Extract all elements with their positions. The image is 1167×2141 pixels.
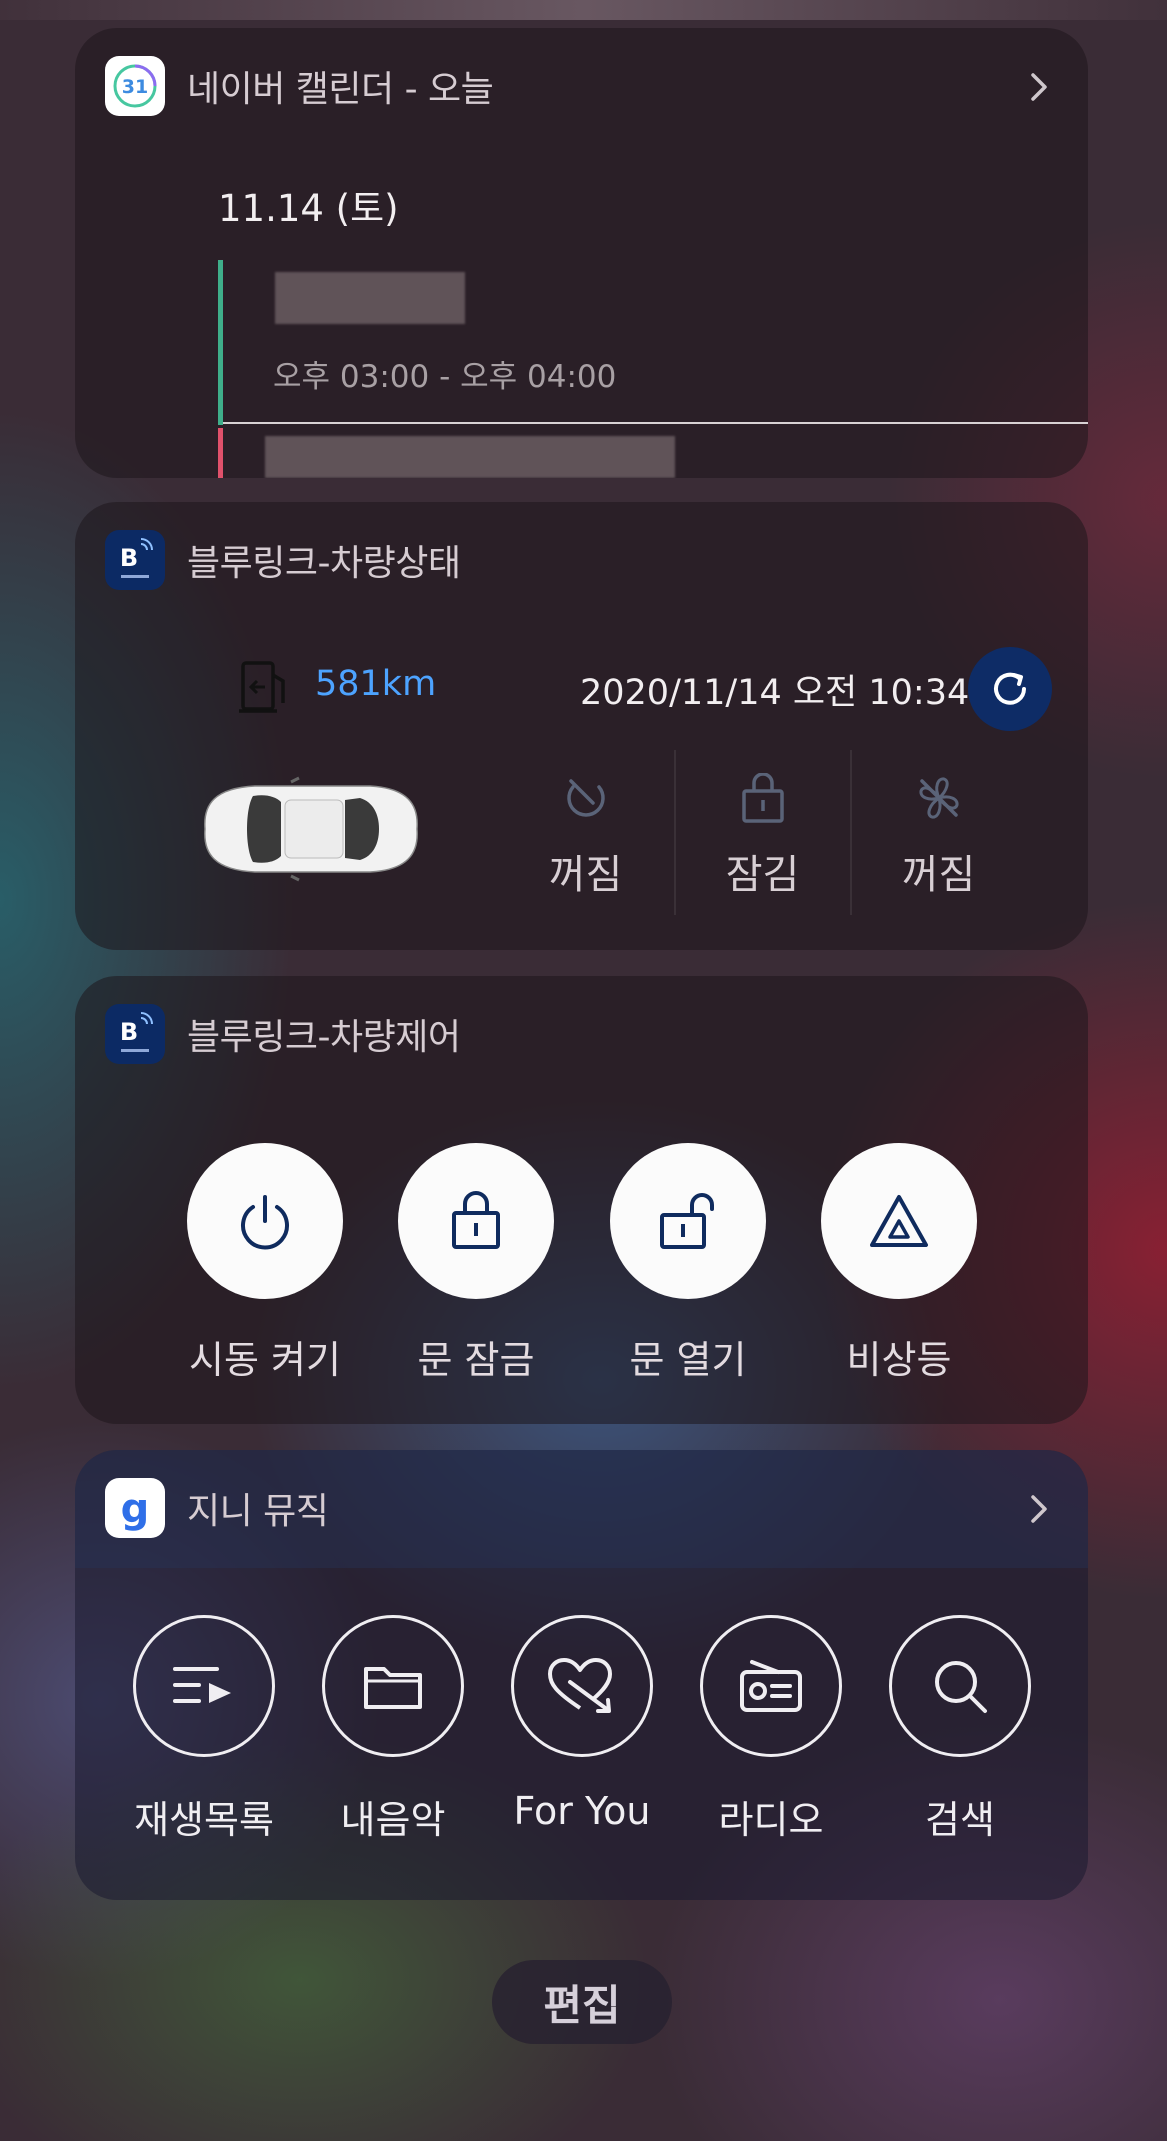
door-lock-control[interactable]: 문 잠금	[396, 1143, 556, 1384]
folder-icon	[364, 1667, 422, 1709]
calendar-icon-text: 31	[122, 76, 148, 98]
current-time-line	[223, 422, 1088, 424]
refresh-button[interactable]	[968, 647, 1052, 731]
vehicle-control-title: 블루링크-차량제어	[187, 1017, 461, 1058]
event-time: 오후 03:00 - 오후 04:00	[273, 359, 617, 395]
lock-icon	[452, 1191, 500, 1249]
hazard-button[interactable]	[821, 1143, 977, 1299]
heart-arrow-icon	[548, 1658, 612, 1713]
lock-icon	[742, 773, 784, 823]
door-lock-status-label: 잠김	[725, 852, 800, 898]
event-color-bar-2	[218, 428, 223, 478]
genie-music-widget[interactable]: g 지니 뮤직 재생목록 내음악 For You 라디오 검색	[75, 1450, 1088, 1900]
door-unlock-button[interactable]	[610, 1143, 766, 1299]
search-icon	[935, 1661, 987, 1713]
bluelink-app-icon: B	[105, 1004, 165, 1064]
genie-music-header[interactable]: g 지니 뮤직	[105, 1478, 329, 1538]
engine-status: 꺼짐	[498, 757, 673, 917]
svg-text:B: B	[120, 1018, 138, 1046]
refresh-icon	[994, 672, 1026, 705]
vehicle-status-header[interactable]: B 블루링크-차량상태	[105, 530, 461, 590]
chevron-right-icon[interactable]	[1022, 1492, 1056, 1526]
climate-status: 꺼짐	[851, 757, 1026, 917]
calendar-widget-title: 네이버 캘린더 - 오늘	[187, 69, 494, 110]
event-color-bar	[218, 260, 223, 425]
vehicle-status-widget[interactable]: B 블루링크-차량상태 581km 2020/11/14 오전 10:34 꺼짐…	[75, 502, 1088, 950]
hazard-control[interactable]: 비상등	[819, 1143, 979, 1384]
my-music-label: 내음악	[340, 1798, 446, 1842]
door-unlock-label: 문 열기	[629, 1338, 747, 1382]
svg-text:g: g	[121, 1486, 150, 1532]
search-label: 검색	[925, 1798, 995, 1842]
for-you-button[interactable]	[511, 1615, 653, 1757]
engine-start-control[interactable]: 시동 켜기	[185, 1143, 345, 1384]
event-title-redacted[interactable]	[275, 272, 465, 324]
power-icon	[241, 1195, 289, 1250]
playlist-control[interactable]: 재생목록	[124, 1615, 284, 1844]
engine-status-label: 꺼짐	[548, 852, 623, 898]
fan-off-icon	[919, 777, 959, 819]
playlist-button[interactable]	[133, 1615, 275, 1757]
door-lock-status: 잠김	[675, 757, 850, 917]
door-unlock-control[interactable]: 문 열기	[608, 1143, 768, 1384]
calendar-widget[interactable]: 31 네이버 캘린더 - 오늘 11.14 (토) 오후 03:00 - 오후 …	[75, 28, 1088, 478]
vehicle-status-title: 블루링크-차량상태	[187, 543, 461, 584]
engine-start-button[interactable]	[187, 1143, 343, 1299]
event-title-redacted-2[interactable]	[265, 436, 675, 478]
last-updated-time: 2020/11/14 오전 10:34	[580, 673, 970, 713]
playlist-label: 재생목록	[134, 1798, 274, 1842]
bluelink-app-icon: B	[105, 530, 165, 590]
search-control[interactable]: 검색	[880, 1615, 1040, 1844]
naver-calendar-app-icon: 31	[105, 56, 165, 116]
engine-off-icon	[567, 779, 605, 817]
vehicle-control-header[interactable]: B 블루링크-차량제어	[105, 1004, 461, 1064]
genie-music-app-icon: g	[105, 1478, 165, 1538]
unlock-icon	[660, 1193, 714, 1249]
for-you-control[interactable]: For You	[502, 1615, 662, 1833]
genie-music-title: 지니 뮤직	[187, 1491, 329, 1532]
climate-status-label: 꺼짐	[901, 852, 976, 898]
for-you-label: For You	[513, 1789, 651, 1833]
playlist-icon	[173, 1667, 231, 1703]
chevron-right-icon[interactable]	[1022, 70, 1056, 104]
door-lock-button[interactable]	[398, 1143, 554, 1299]
car-top-view-image	[204, 776, 418, 882]
svg-text:B: B	[120, 544, 138, 572]
my-music-control[interactable]: 내음악	[313, 1615, 473, 1844]
vehicle-control-widget[interactable]: B 블루링크-차량제어 시동 켜기 문 잠금 문 열기 비상등	[75, 976, 1088, 1424]
my-music-button[interactable]	[322, 1615, 464, 1757]
radio-icon	[740, 1660, 802, 1712]
search-button[interactable]	[889, 1615, 1031, 1757]
hazard-icon	[870, 1195, 928, 1247]
fuel-icon	[239, 661, 285, 713]
driving-range: 581km	[315, 664, 437, 704]
previous-widget-edge	[0, 0, 1167, 20]
radio-control[interactable]: 라디오	[691, 1615, 851, 1844]
hazard-label: 비상등	[846, 1338, 952, 1382]
edit-button[interactable]: 편집	[492, 1960, 672, 2044]
door-lock-label: 문 잠금	[417, 1338, 535, 1382]
radio-button[interactable]	[700, 1615, 842, 1757]
engine-start-label: 시동 켜기	[189, 1338, 341, 1382]
calendar-widget-header[interactable]: 31 네이버 캘린더 - 오늘	[105, 56, 494, 116]
calendar-date: 11.14 (토)	[218, 187, 399, 230]
radio-label: 라디오	[718, 1798, 824, 1842]
